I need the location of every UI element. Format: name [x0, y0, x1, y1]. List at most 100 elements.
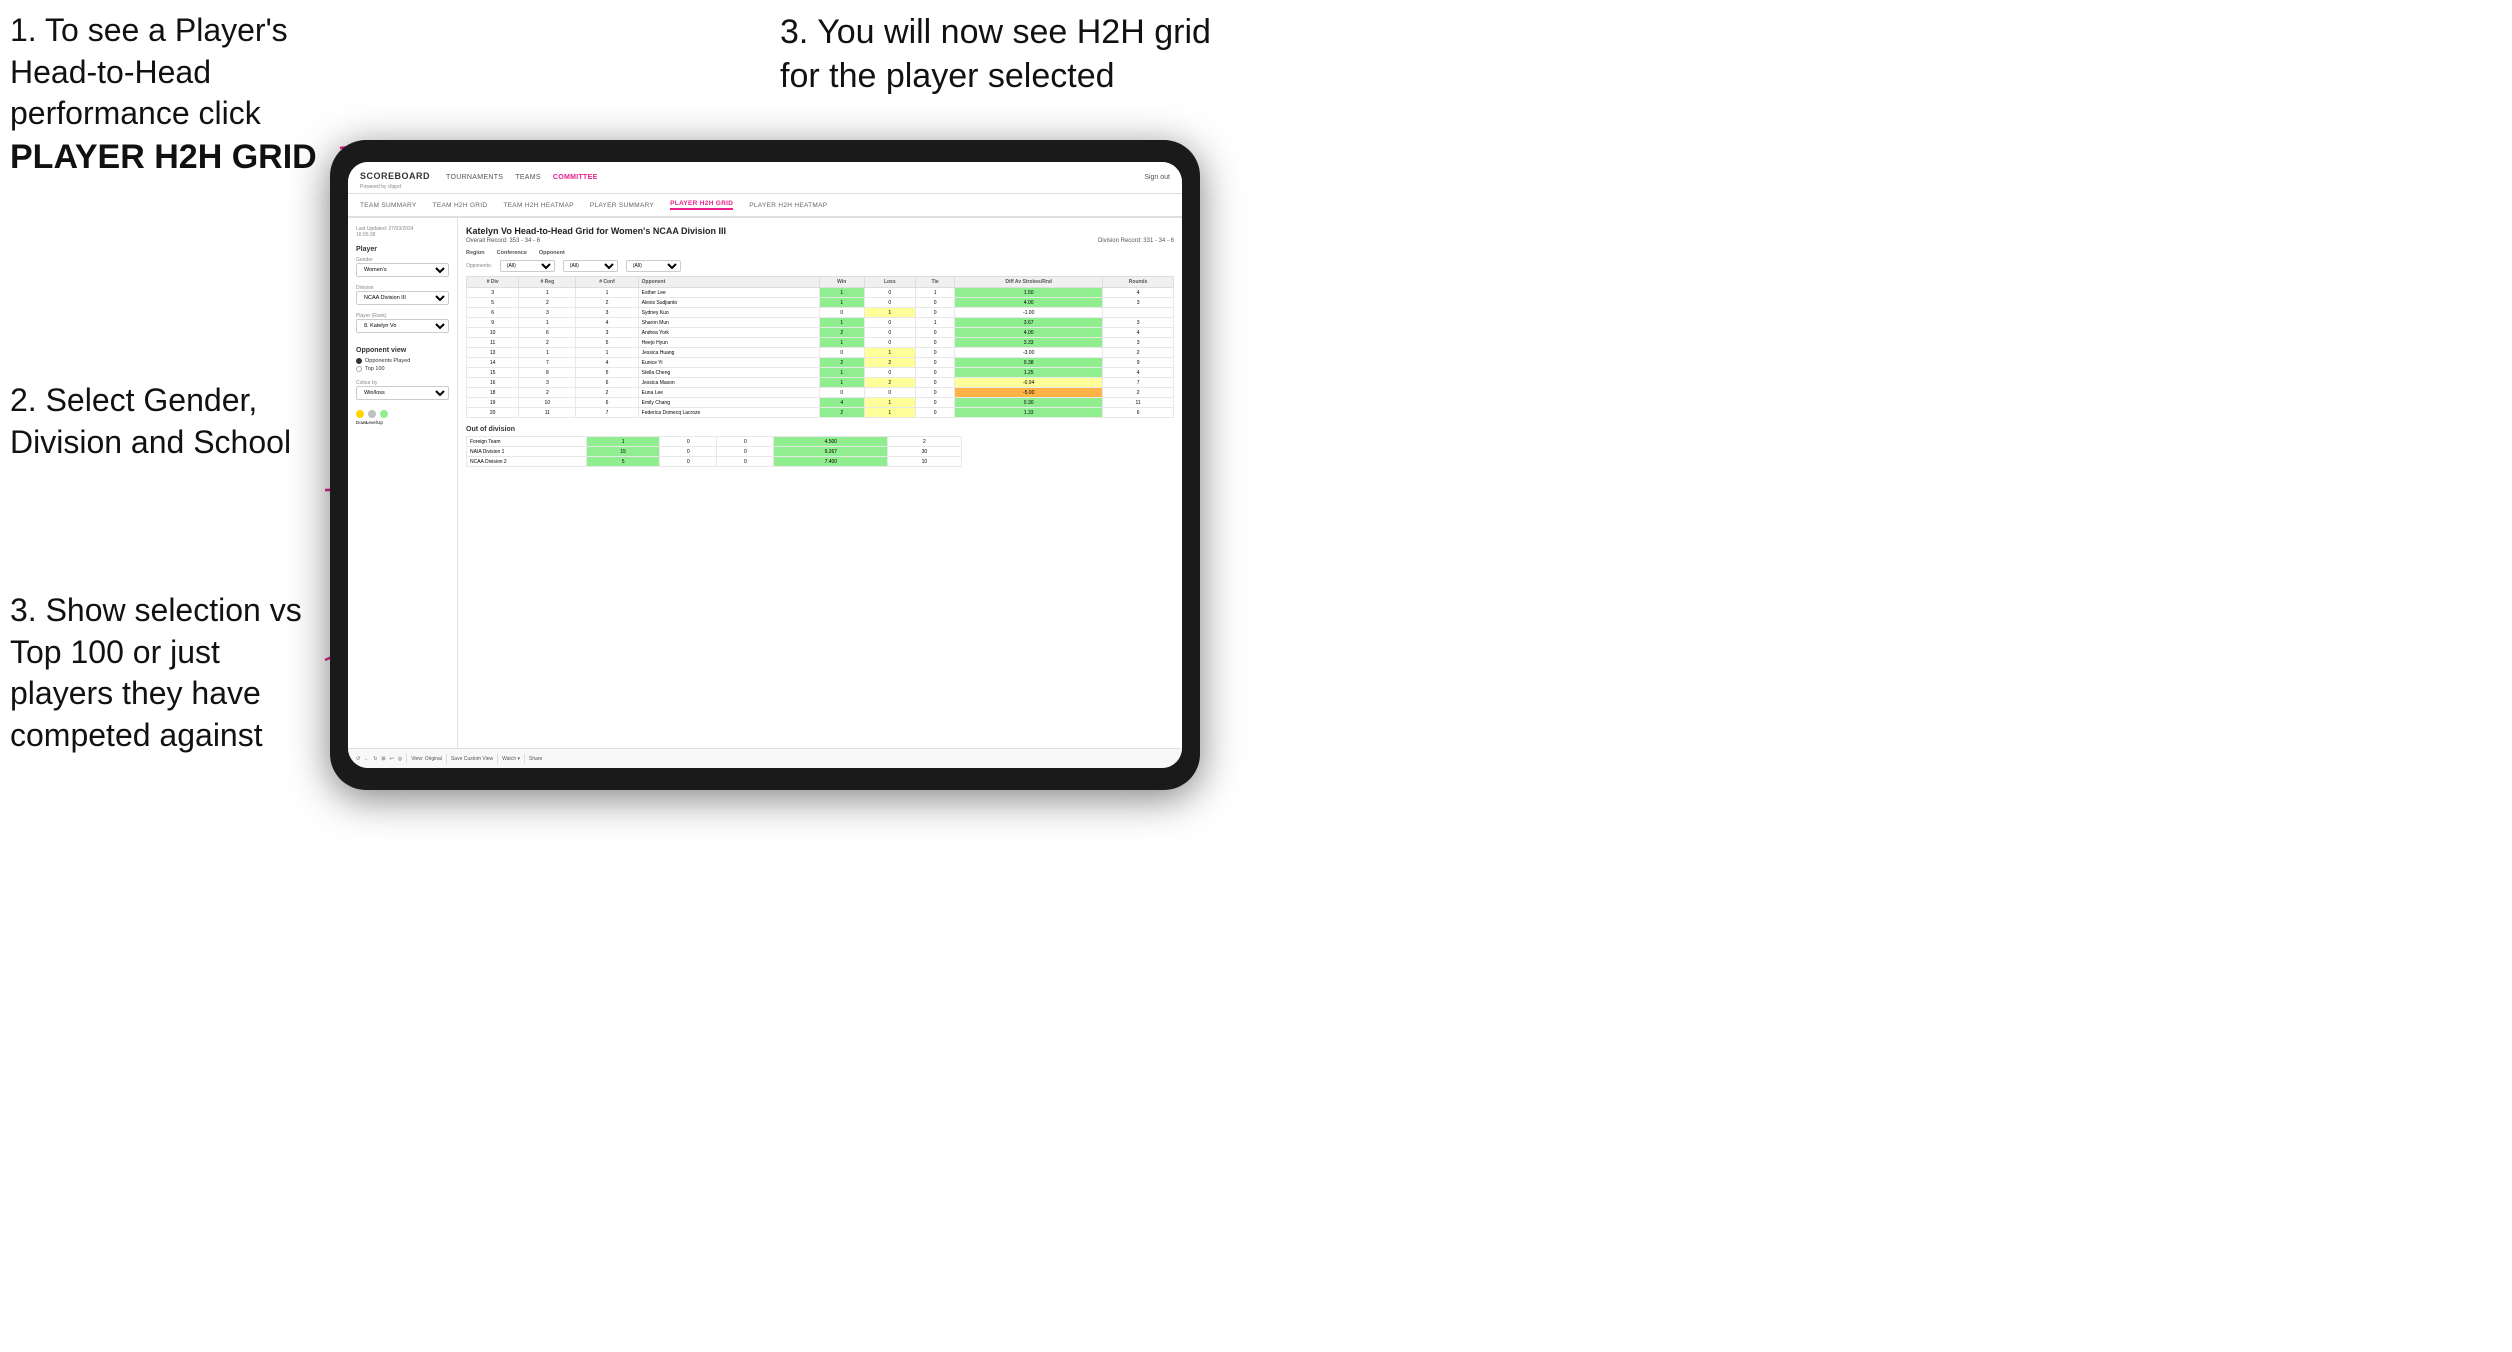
grid-title: Katelyn Vo Head-to-Head Grid for Women's… — [466, 226, 1174, 236]
tablet-body: SCOREBOARD Powered by clippd TOURNAMENTS… — [330, 140, 1200, 790]
gender-select[interactable]: Women's Men's — [356, 263, 449, 277]
colour-label-up: Up — [376, 420, 384, 425]
col-tie: Tie — [916, 277, 955, 288]
step2-instruction: 2. Select Gender, Division and School — [10, 380, 310, 463]
conference-select[interactable]: (All) — [563, 260, 618, 272]
radio-opponents-played[interactable]: Opponents Played — [356, 358, 449, 364]
colour-legend-dots — [356, 410, 449, 418]
table-row: 11 — [467, 338, 519, 348]
list-item: Foreign Team — [467, 437, 587, 447]
left-panel: Last Updated: 27/03/2024 16:55:38 Player… — [348, 218, 458, 748]
region-select[interactable]: (All) — [500, 260, 555, 272]
region-filter: Region — [466, 250, 485, 256]
col-rounds: Rounds — [1103, 277, 1174, 288]
undo-btn[interactable]: ↺ — [356, 756, 360, 762]
opponent-view-title: Opponent view — [356, 347, 449, 354]
logo-sub: Powered by clippd — [360, 184, 430, 190]
out-of-division: Out of division Foreign Team 1 0 0 4.500… — [466, 426, 1174, 467]
col-loss: Loss — [864, 277, 916, 288]
redo-btn[interactable]: ↻ — [373, 756, 377, 762]
subnav-team-h2h-heatmap[interactable]: TEAM H2H HEATMAP — [503, 202, 573, 209]
colour-dot-level — [368, 410, 376, 418]
step3-left-instruction: 3. Show selection vs Top 100 or just pla… — [10, 590, 310, 756]
colour-dot-down — [356, 410, 364, 418]
share-btn[interactable]: Share — [529, 756, 542, 762]
col-win: Win — [819, 277, 864, 288]
refresh-btn[interactable]: ↩ — [390, 756, 394, 762]
radio-group: Opponents Played Top 100 — [356, 358, 449, 372]
toolbar-divider-1 — [406, 754, 407, 764]
list-item: NAIA Division 1 — [467, 447, 587, 457]
opponent-label: Opponent — [539, 250, 565, 256]
opponents-filter-label: Opponents: — [466, 263, 492, 269]
col-reg: # Reg — [519, 277, 576, 288]
bottom-toolbar: ↺ ← ↻ ⊞ ↩ ◎ View: Original Save Custom V… — [348, 748, 1182, 768]
colour-label-down: Down — [356, 420, 364, 425]
division-select[interactable]: NCAA Division III NCAA Division I NCAA D… — [356, 291, 449, 305]
tablet-screen: SCOREBOARD Powered by clippd TOURNAMENTS… — [348, 162, 1182, 768]
colour-by-select[interactable]: Win/loss — [356, 386, 449, 400]
nav-tournaments[interactable]: TOURNAMENTS — [446, 174, 503, 181]
logo-text: SCOREBOARD — [360, 171, 430, 181]
nav-right: Sign out — [1144, 174, 1170, 181]
table-row: 3 — [467, 288, 519, 298]
player-section-title: Player — [356, 246, 449, 253]
conference-label: Conference — [497, 250, 527, 256]
table-row: 5 — [467, 298, 519, 308]
nav-bar: SCOREBOARD Powered by clippd TOURNAMENTS… — [348, 162, 1182, 194]
list-item: NCAA Division 2 — [467, 457, 587, 467]
toolbar-divider-2 — [446, 754, 447, 764]
step3-right-instruction: 3. You will now see H2H grid for the pla… — [780, 10, 1260, 98]
toolbar-divider-4 — [524, 754, 525, 764]
col-conf: # Conf — [576, 277, 638, 288]
subnav-player-h2h-heatmap[interactable]: PLAYER H2H HEATMAP — [749, 202, 827, 209]
tablet-device: SCOREBOARD Powered by clippd TOURNAMENTS… — [330, 140, 1200, 790]
record-row: Overall Record: 353 - 34 - 6 Division Re… — [466, 238, 1174, 244]
right-content: Katelyn Vo Head-to-Head Grid for Women's… — [458, 218, 1182, 748]
info-btn[interactable]: ◎ — [398, 756, 402, 762]
subnav-team-h2h-grid[interactable]: TEAM H2H GRID — [433, 202, 488, 209]
table-row: 10 — [467, 328, 519, 338]
table-row: 15 — [467, 368, 519, 378]
sign-out-link[interactable]: Sign out — [1144, 174, 1170, 181]
radio-top100[interactable]: Top 100 — [356, 366, 449, 372]
grid-btn[interactable]: ⊞ — [381, 756, 385, 762]
subnav-team-summary[interactable]: TEAM SUMMARY — [360, 202, 417, 209]
opponent-filter: Opponent — [539, 250, 565, 256]
out-of-division-title: Out of division — [466, 426, 1174, 433]
table-row: 6 — [467, 308, 519, 318]
col-diff: Diff Av Strokes/Rnd — [955, 277, 1103, 288]
logo-area: SCOREBOARD Powered by clippd — [360, 166, 430, 190]
view-original-btn[interactable]: View: Original — [411, 756, 442, 762]
colour-by-section: Colour by Win/loss Down Level Up — [356, 380, 449, 425]
table-row: 19 — [467, 398, 519, 408]
nav-links: TOURNAMENTS TEAMS COMMITTEE — [446, 174, 598, 181]
table-row: 9 — [467, 318, 519, 328]
timestamp: Last Updated: 27/03/2024 16:55:38 — [356, 226, 449, 238]
step1-bold: PLAYER H2H GRID — [10, 138, 317, 176]
overall-record: Overall Record: 353 - 34 - 6 — [466, 238, 540, 244]
opponent-view-section: Opponent view Opponents Played Top 100 — [356, 347, 449, 372]
subnav-player-summary[interactable]: PLAYER SUMMARY — [590, 202, 654, 209]
nav-teams[interactable]: TEAMS — [515, 174, 541, 181]
colour-label-level: Level — [366, 420, 374, 425]
col-div: # Div — [467, 277, 519, 288]
conference-filter: Conference — [497, 250, 527, 256]
h2h-table: # Div # Reg # Conf Opponent Win Loss Tie… — [466, 276, 1174, 418]
step2-text: 2. Select Gender, Division and School — [10, 380, 310, 463]
colour-dot-up — [380, 410, 388, 418]
opponent-select[interactable]: (All) — [626, 260, 681, 272]
toolbar-divider-3 — [497, 754, 498, 764]
player-rank-select[interactable]: 8. Katelyn Vo — [356, 319, 449, 333]
region-label: Region — [466, 250, 485, 256]
table-row: 14 — [467, 358, 519, 368]
back-btn[interactable]: ← — [364, 756, 369, 762]
subnav-player-h2h-grid[interactable]: PLAYER H2H GRID — [670, 200, 733, 210]
table-row: 20 — [467, 408, 519, 418]
nav-committee[interactable]: COMMITTEE — [553, 174, 598, 181]
step1-instruction: 1. To see a Player's Head-to-Head perfor… — [10, 10, 340, 179]
division-record: Division Record: 331 - 34 - 6 — [1098, 238, 1174, 244]
save-custom-btn[interactable]: Save Custom View — [451, 756, 493, 762]
colour-legend-labels: Down Level Up — [356, 420, 449, 425]
watch-btn[interactable]: Watch ▾ — [502, 756, 520, 762]
